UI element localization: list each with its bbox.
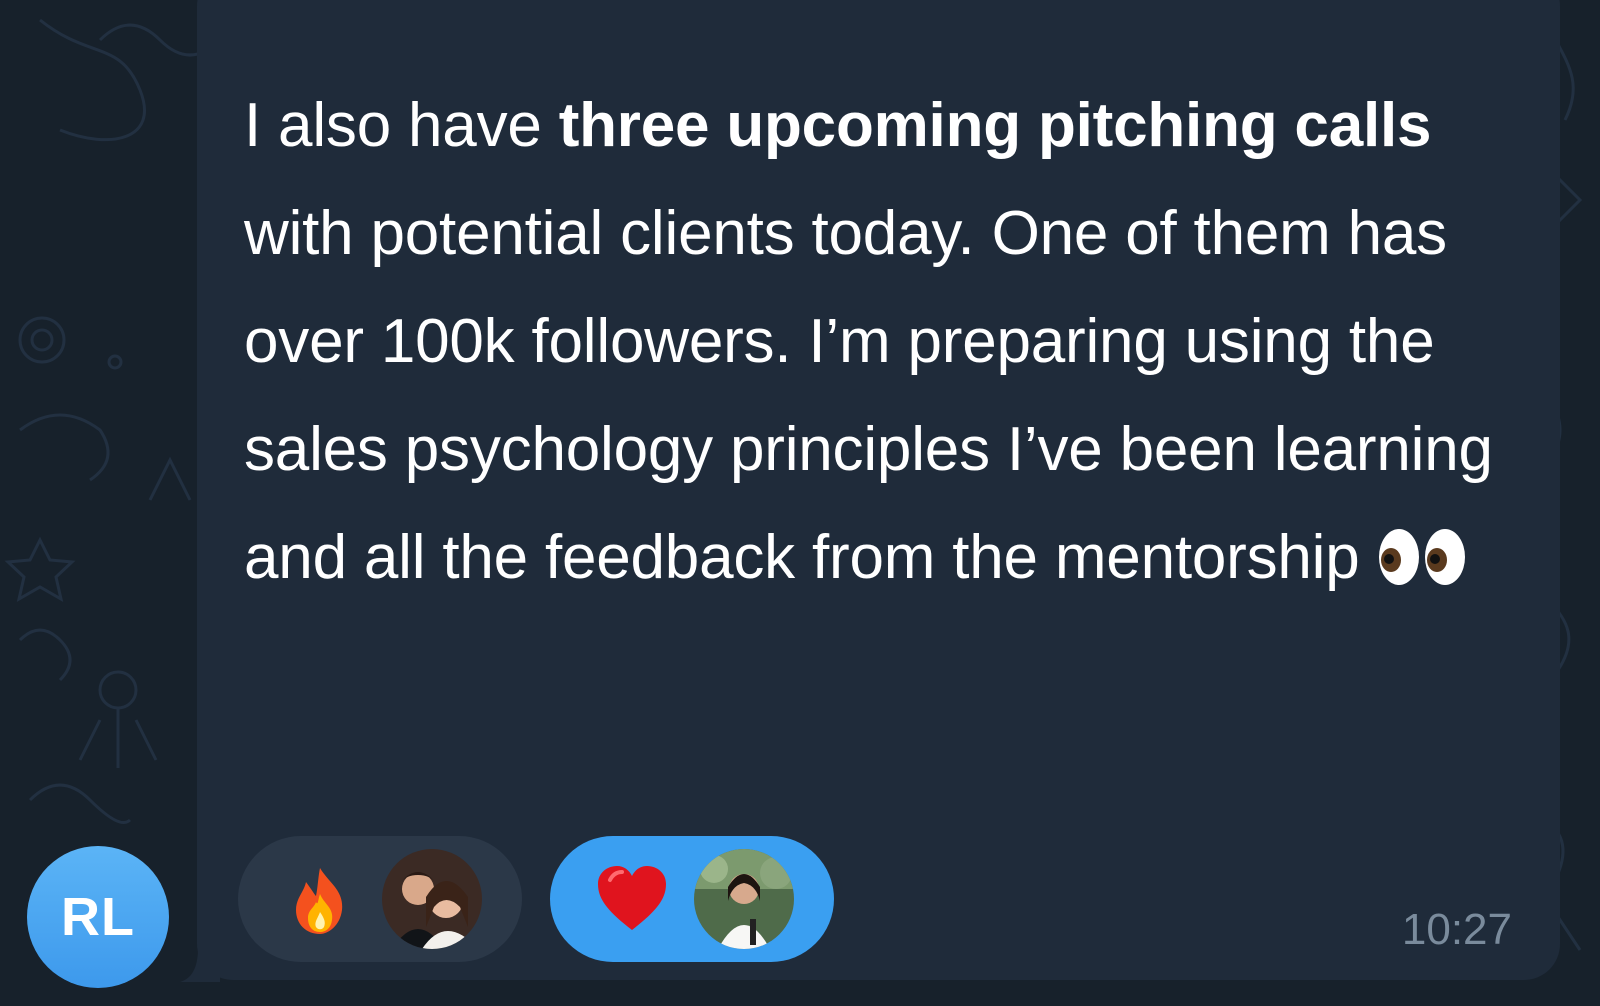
chat-background: I also have three upcoming pitching call…: [0, 0, 1600, 1006]
message-text-bold: three upcoming pitching calls: [558, 91, 1432, 160]
message-text-part: I also have: [244, 91, 559, 160]
heart-icon: [598, 866, 666, 930]
reactor-avatar: [694, 849, 794, 949]
message-timestamp: 10:27: [1401, 905, 1512, 954]
sender-avatar[interactable]: RL: [27, 846, 169, 988]
reactor-avatar: [382, 849, 482, 949]
eyes-emoji-icon: [1378, 529, 1465, 585]
reaction-fire[interactable]: [238, 836, 522, 962]
message-text: I also have three upcoming pitching call…: [244, 72, 1504, 612]
bubble-tail: [180, 948, 220, 982]
fire-icon: [296, 868, 343, 934]
sender-initials: RL: [61, 887, 135, 947]
message-text-part: with potential clients today. One of the…: [244, 199, 1493, 592]
reaction-heart[interactable]: [550, 836, 834, 962]
